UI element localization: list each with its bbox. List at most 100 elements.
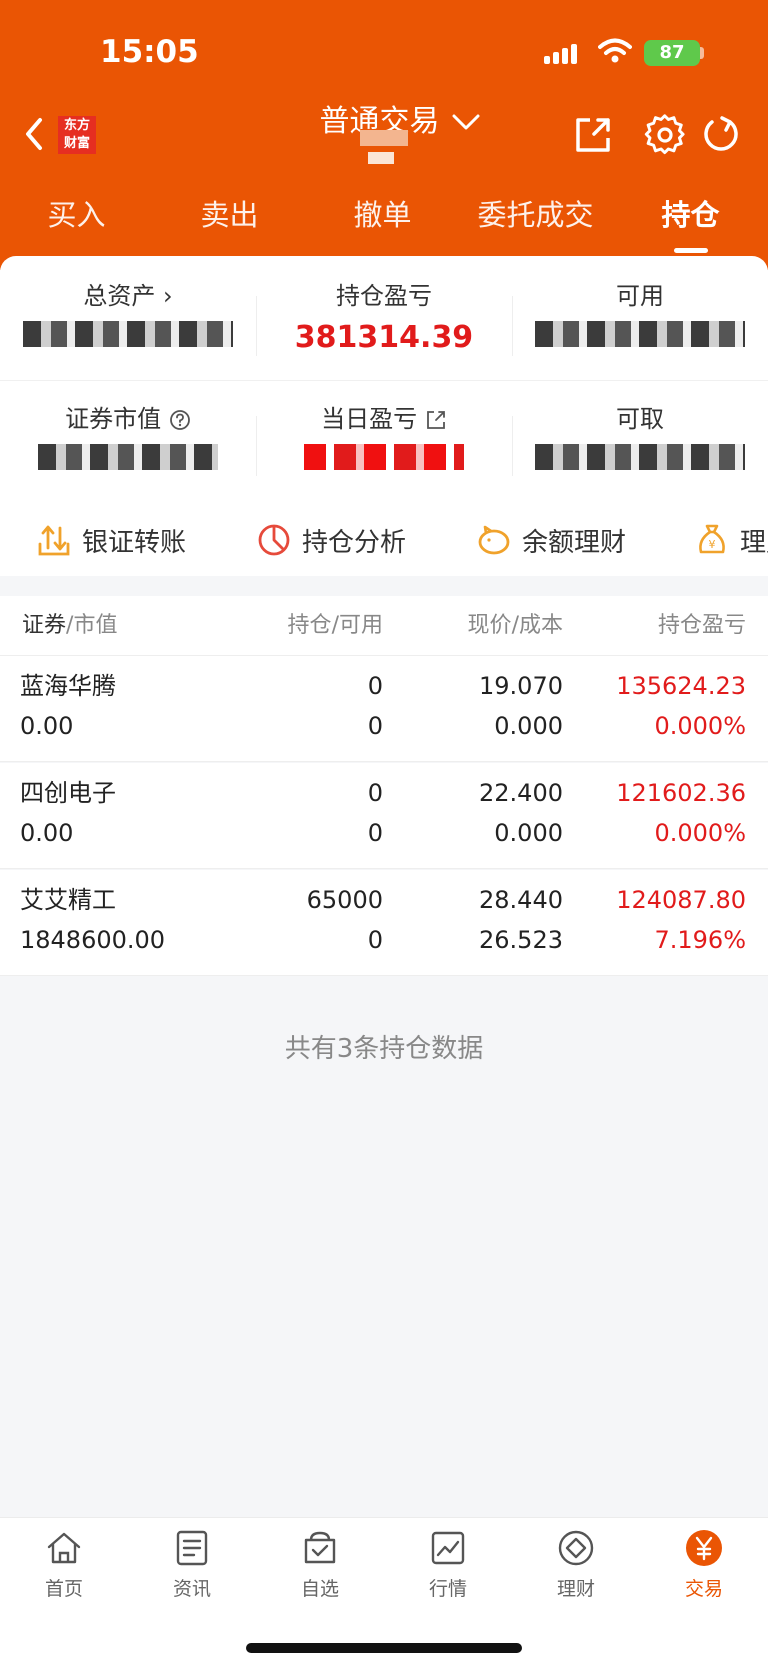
market-value-cell[interactable]: 证券市值 [0, 399, 256, 483]
trade-tabs: 买入 卖出 撤单 委托成交 持仓 [0, 190, 768, 253]
available: 0 [367, 712, 383, 740]
svg-text:¥: ¥ [709, 538, 716, 551]
nav-trade[interactable]: 交易 [640, 1528, 768, 1601]
external-link-icon[interactable] [425, 409, 447, 431]
positions-table-header: 证券/市值 持仓/可用 现价/成本 持仓盈亏 [0, 596, 768, 656]
table-row[interactable]: 艾艾精工 1848600.00 65000 0 28.440 26.523 12… [0, 870, 768, 976]
pie-chart-icon [258, 524, 290, 556]
total-assets-cell[interactable]: 总资产 › [0, 276, 256, 360]
holding: 0 [367, 672, 383, 700]
trade-yuan-icon [686, 1530, 722, 1566]
back-icon[interactable] [20, 114, 48, 154]
daily-pnl-masked [304, 444, 464, 470]
col-pnl: 持仓盈亏 [657, 613, 746, 638]
market-value-label: 证券市值 [65, 405, 162, 433]
nav-wealth[interactable]: 理财 [512, 1528, 640, 1601]
col-market-value: 市值 [73, 613, 118, 638]
nav-label: 资讯 [172, 1578, 211, 1600]
available: 0 [367, 819, 383, 847]
table-row[interactable]: 四创电子 0.00 0 0 22.400 0.000 121602.36 0.0… [0, 763, 768, 869]
cellular-signal-icon [544, 44, 577, 64]
tab-positions[interactable]: 持仓 [614, 190, 767, 240]
position-pnl-cell: 持仓盈亏 381314.39 [256, 276, 512, 360]
shortcut-position-analysis[interactable]: 持仓分析 [256, 510, 406, 570]
security-name: 艾艾精工 [20, 886, 116, 914]
col-security: 证券 [22, 613, 67, 638]
nav-label: 首页 [44, 1578, 83, 1600]
shortcut-wealth[interactable]: ¥ 理财 [694, 510, 768, 570]
table-row[interactable]: 蓝海华腾 0.00 0 0 19.070 0.000 135624.23 0.0… [0, 656, 768, 762]
pnl: 121602.36 [616, 779, 746, 807]
home-icon [47, 1532, 81, 1564]
col-holding: 持仓 [287, 613, 332, 638]
nav-market[interactable]: 行情 [384, 1528, 512, 1601]
shortcut-row: 银证转账 持仓分析 余额理财 ¥ 理财 [0, 510, 768, 570]
account-masked-2 [368, 152, 394, 164]
pnl-pct: 0.000% [654, 712, 746, 740]
position-pnl-value: 381314.39 [294, 320, 474, 355]
daily-pnl-cell[interactable]: 当日盈亏 [256, 399, 512, 483]
tab-orders[interactable]: 委托成交 [459, 190, 612, 240]
tab-sell[interactable]: 卖出 [153, 190, 306, 240]
brand-logo: 东方财富 [58, 116, 96, 154]
nav-row: 东方财富 普通交易 [0, 100, 768, 170]
piggy-bank-icon [478, 525, 510, 555]
price: 28.440 [479, 886, 563, 914]
holding: 65000 [306, 886, 383, 914]
divider [0, 380, 768, 381]
news-icon [176, 1530, 208, 1566]
status-time: 15:05 [100, 34, 199, 70]
transfer-icon [38, 525, 70, 556]
cost: 0.000 [494, 819, 563, 847]
chevron-down-icon [452, 114, 480, 130]
cost: 0.000 [494, 712, 563, 740]
wifi-icon [598, 38, 632, 63]
home-indicator [246, 1643, 522, 1653]
gear-icon[interactable] [644, 114, 686, 156]
col-price: 现价 [467, 613, 512, 638]
market-value: 0.00 [20, 819, 74, 847]
withdrawable-cell: 可取 [512, 399, 768, 483]
nav-label: 自选 [300, 1578, 339, 1600]
tab-cancel[interactable]: 撤单 [306, 190, 459, 240]
available-cell: 可用 [512, 276, 768, 360]
shortcut-bank-transfer[interactable]: 银证转账 [36, 510, 186, 570]
nav-watchlist[interactable]: 自选 [256, 1528, 384, 1601]
price: 19.070 [479, 672, 563, 700]
pnl: 124087.80 [616, 886, 746, 914]
refresh-icon[interactable] [700, 114, 742, 156]
status-bar: 15:05 87 [0, 30, 768, 74]
withdrawable-label: 可取 [616, 405, 664, 433]
security-name: 四创电子 [20, 779, 116, 807]
header-bar: 15:05 87 东方财富 普通交易 买入 卖出 撤单 委托成交 持仓 [0, 0, 768, 270]
nav-label: 理财 [556, 1578, 595, 1600]
holding: 0 [367, 779, 383, 807]
shortcut-label: 银证转账 [82, 527, 187, 558]
position-pnl-label: 持仓盈亏 [336, 282, 432, 310]
tab-buy[interactable]: 买入 [0, 190, 153, 240]
nav-label: 交易 [684, 1578, 723, 1600]
shortcut-label: 持仓分析 [302, 527, 407, 558]
nav-home[interactable]: 首页 [0, 1528, 128, 1601]
withdrawable-masked [535, 444, 745, 470]
shortcut-label: 余额理财 [522, 527, 627, 558]
pnl-pct: 0.000% [654, 819, 746, 847]
help-icon[interactable] [169, 409, 191, 431]
price: 22.400 [479, 779, 563, 807]
watchlist-icon [304, 1531, 336, 1564]
col-available: 可用 [338, 613, 383, 638]
daily-pnl-label: 当日盈亏 [321, 405, 418, 433]
account-switcher[interactable]: 普通交易 [300, 100, 500, 170]
market-chart-icon [431, 1531, 465, 1565]
share-icon[interactable] [572, 114, 614, 156]
pnl-pct: 7.196% [654, 926, 746, 954]
nav-news[interactable]: 资讯 [128, 1528, 256, 1601]
available-label: 可用 [616, 282, 664, 310]
shortcut-label: 理财 [740, 527, 768, 558]
positions-count-text: 共有3条持仓数据 [284, 1034, 484, 1064]
total-assets-masked [23, 321, 233, 347]
shortcut-balance-wealth[interactable]: 余额理财 [476, 510, 626, 570]
active-tab-indicator [674, 248, 708, 253]
money-bag-icon: ¥ [699, 524, 725, 554]
wealth-icon [558, 1530, 594, 1566]
